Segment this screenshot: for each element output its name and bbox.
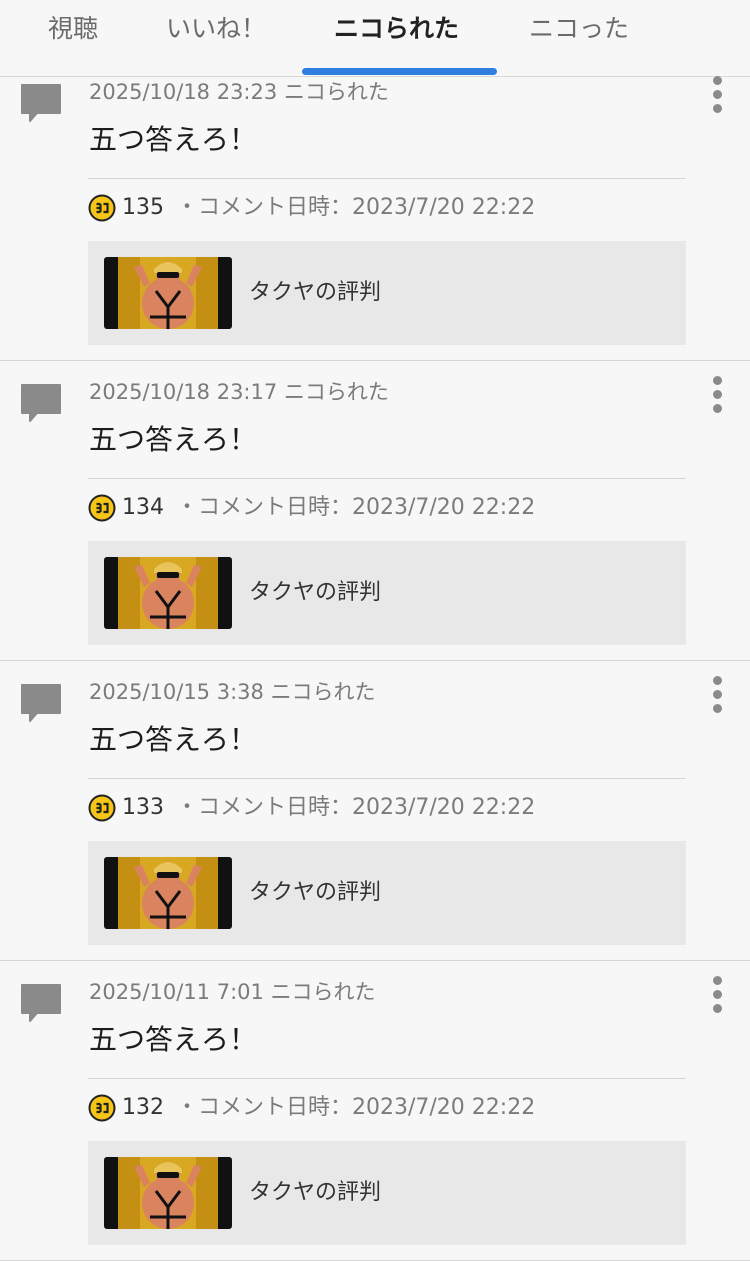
item-stats: 133 ・コメント日時：2023/7/20 22:22 — [88, 793, 535, 823]
video-title: タクヤの評判 — [249, 880, 382, 905]
video-title: タクヤの評判 — [249, 580, 382, 605]
video-thumbnail — [104, 557, 232, 629]
more-options-icon[interactable] — [704, 76, 732, 116]
comment-text: 五つ答えろ！ — [89, 423, 258, 456]
nico-badge-icon — [88, 1094, 116, 1122]
nico-count: 132 — [122, 1095, 164, 1120]
list-item: 2025/10/18 23:17 ニコられた 五つ答えろ！ 134 ・コメント日時… — [0, 361, 750, 661]
video-card[interactable]: タクヤの評判 — [88, 241, 686, 345]
tab-nicorareta[interactable]: ニコられた — [334, 10, 459, 50]
comment-icon — [20, 683, 62, 723]
tab-watched[interactable]: 視聴 — [48, 10, 98, 50]
divider — [88, 778, 686, 779]
video-thumbnail — [104, 257, 232, 329]
list-item: 2025/10/15 3:38 ニコられた 五つ答えろ！ 133 ・コメント日時：… — [0, 661, 750, 961]
video-title: タクヤの評判 — [249, 280, 382, 305]
comment-date: ・コメント日時：2023/7/20 22:22 — [176, 495, 536, 520]
tab-bar: 視聴 いいね！ ニコられた ニコった — [0, 0, 750, 77]
comment-text: 五つ答えろ！ — [89, 723, 258, 756]
comment-text: 五つ答えろ！ — [89, 1023, 258, 1056]
comment-icon — [20, 983, 62, 1023]
item-timestamp: 2025/10/18 23:17 ニコられた — [89, 380, 389, 404]
item-stats: 135 ・コメント日時：2023/7/20 22:22 — [88, 193, 535, 223]
nico-count: 133 — [122, 795, 164, 820]
video-thumbnail — [104, 857, 232, 929]
item-stats: 134 ・コメント日時：2023/7/20 22:22 — [88, 493, 535, 523]
comment-icon — [20, 383, 62, 423]
nico-badge-icon — [88, 794, 116, 822]
comment-date: ・コメント日時：2023/7/20 22:22 — [176, 195, 536, 220]
nico-count: 134 — [122, 495, 164, 520]
video-card[interactable]: タクヤの評判 — [88, 541, 686, 645]
item-timestamp: 2025/10/18 23:23 ニコられた — [89, 80, 389, 104]
notification-list: 2025/10/18 23:23 ニコられた 五つ答えろ！ 135 ・コメント日時… — [0, 76, 750, 1261]
video-card[interactable]: タクヤの評判 — [88, 841, 686, 945]
video-card[interactable]: タクヤの評判 — [88, 1141, 686, 1245]
list-item: 2025/10/18 23:23 ニコられた 五つ答えろ！ 135 ・コメント日時… — [0, 76, 750, 361]
item-stats: 132 ・コメント日時：2023/7/20 22:22 — [88, 1093, 535, 1123]
video-title: タクヤの評判 — [249, 1180, 382, 1205]
tab-nicotta[interactable]: ニコった — [529, 10, 629, 50]
active-tab-indicator — [302, 68, 497, 75]
more-options-icon[interactable] — [704, 676, 732, 716]
more-options-icon[interactable] — [704, 376, 732, 416]
comment-date: ・コメント日時：2023/7/20 22:22 — [176, 795, 536, 820]
divider — [88, 1078, 686, 1079]
comment-icon — [20, 83, 62, 123]
divider — [88, 178, 686, 179]
item-timestamp: 2025/10/15 3:38 ニコられた — [89, 680, 376, 704]
more-options-icon[interactable] — [704, 976, 732, 1016]
divider — [88, 478, 686, 479]
comment-date: ・コメント日時：2023/7/20 22:22 — [176, 1095, 536, 1120]
nico-badge-icon — [88, 194, 116, 222]
nico-count: 135 — [122, 195, 164, 220]
video-thumbnail — [104, 1157, 232, 1229]
tab-likes[interactable]: いいね！ — [166, 10, 266, 50]
list-item: 2025/10/11 7:01 ニコられた 五つ答えろ！ 132 ・コメント日時：… — [0, 961, 750, 1261]
comment-text: 五つ答えろ！ — [89, 123, 258, 156]
nico-badge-icon — [88, 494, 116, 522]
item-timestamp: 2025/10/11 7:01 ニコられた — [89, 980, 376, 1004]
